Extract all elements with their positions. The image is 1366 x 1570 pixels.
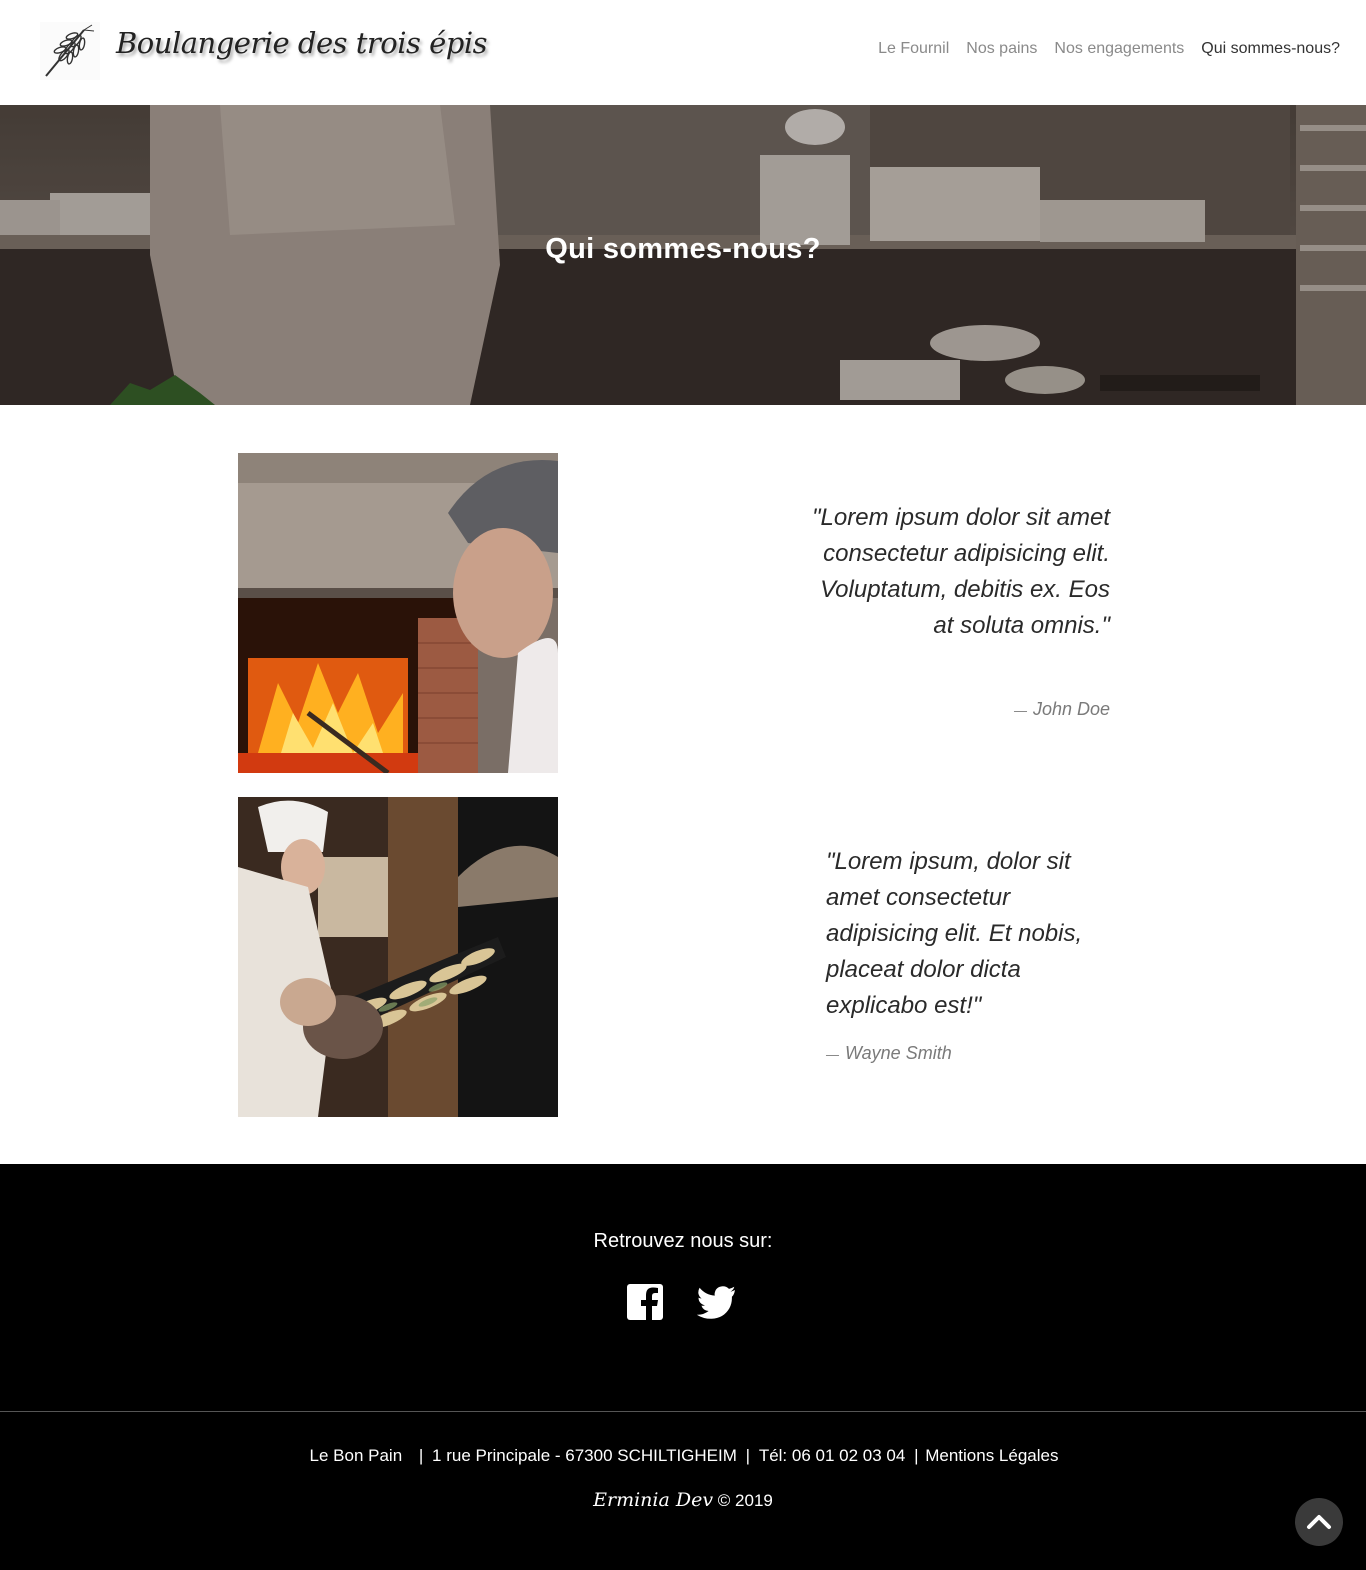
legal-notice-link[interactable]: Mentions Légales bbox=[925, 1446, 1058, 1465]
nav-link-qui-sommes-nous[interactable]: Qui sommes-nous? bbox=[1201, 40, 1340, 58]
separator: | bbox=[418, 1446, 424, 1465]
company-name: Le Bon Pain bbox=[309, 1446, 403, 1465]
author-signature: Erminia Dev bbox=[593, 1489, 714, 1511]
footer-divider bbox=[0, 1411, 1366, 1412]
author-name: Wayne Smith bbox=[845, 1043, 952, 1063]
facebook-icon[interactable] bbox=[625, 1282, 665, 1322]
navbar: Boulangerie des trois épis Le Fournil No… bbox=[0, 0, 1366, 105]
page-title: Qui sommes-nous? bbox=[545, 233, 821, 265]
hero-banner: Qui sommes-nous? bbox=[0, 105, 1366, 405]
footer-info: Le Bon Pain | 1 rue Principale - 67300 S… bbox=[0, 1446, 1366, 1466]
nav-link-nos-engagements[interactable]: Nos engagements bbox=[1054, 40, 1184, 58]
footer: Retrouvez nous sur: Le Bon Pain | 1 rue … bbox=[0, 1164, 1366, 1570]
wheat-icon[interactable] bbox=[40, 22, 100, 80]
brand-name[interactable]: Boulangerie des trois épis bbox=[116, 26, 488, 60]
address: 1 rue Principale - 67300 SCHILTIGHEIM bbox=[432, 1446, 737, 1465]
nav-link-le-fournil[interactable]: Le Fournil bbox=[878, 40, 949, 58]
separator: | bbox=[745, 1446, 751, 1465]
baker-tray-photo bbox=[238, 797, 558, 1117]
chevron-up-icon bbox=[1307, 1515, 1331, 1529]
twitter-icon[interactable] bbox=[696, 1282, 737, 1322]
testimonial-author: — Wayne Smith bbox=[826, 1043, 952, 1063]
copyright-year: © 2019 bbox=[717, 1491, 773, 1510]
separator: | bbox=[914, 1446, 919, 1465]
testimonial-author: — John Doe bbox=[1013, 699, 1110, 719]
testimonial-quote: "Lorem ipsum dolor sit amet consectetur … bbox=[812, 504, 1110, 639]
phone-number: Tél: 06 01 02 03 04 bbox=[758, 1446, 906, 1465]
footer-heading: Retrouvez nous sur: bbox=[593, 1230, 773, 1252]
main-nav: Le Fournil Nos pains Nos engagements Qui… bbox=[878, 40, 1340, 58]
oven-fire-photo bbox=[238, 453, 558, 773]
back-to-top-button[interactable] bbox=[1295, 1498, 1343, 1546]
copyright: Erminia Dev © 2019 bbox=[0, 1489, 1366, 1511]
nav-link-nos-pains[interactable]: Nos pains bbox=[966, 40, 1037, 58]
author-name: John Doe bbox=[1032, 699, 1110, 719]
testimonial-quote: "Lorem ipsum, dolor sit amet consectetur… bbox=[826, 848, 1083, 1019]
